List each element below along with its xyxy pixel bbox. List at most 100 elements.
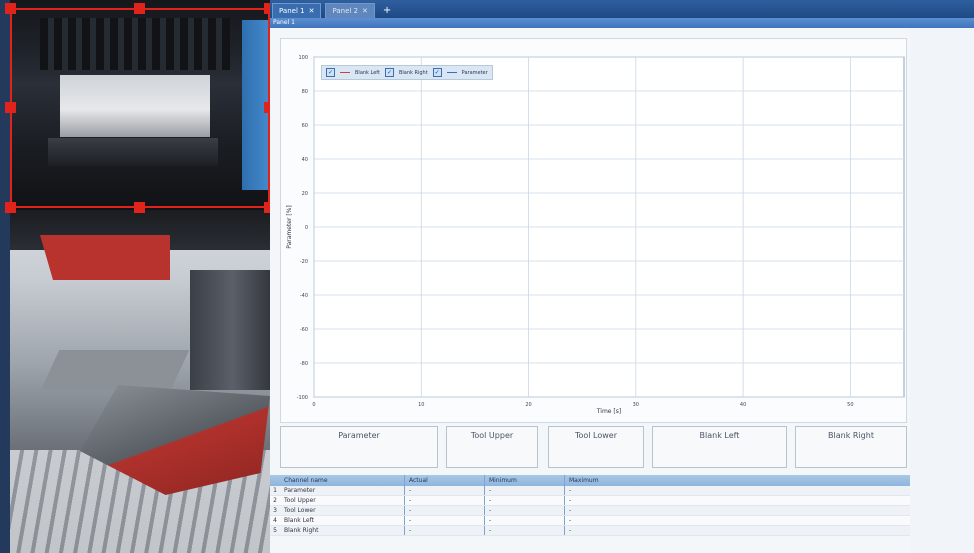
- table-cell-actual: -: [404, 526, 484, 535]
- indicator-label: Parameter: [338, 431, 380, 440]
- y-tick-label: 40: [302, 157, 308, 163]
- x-tick-label: 0: [312, 402, 315, 408]
- indicator-blank-right: Blank Right: [795, 426, 907, 468]
- checkbox-blank-right-a[interactable]: ✓: [384, 68, 394, 77]
- header-index: [270, 475, 280, 486]
- header-maximum[interactable]: Maximum: [564, 475, 659, 486]
- chart-panel: 100 80 60 40 20 0 -20 -40 -60 -80 -100 0 10 20 30 40 50 T…: [280, 38, 907, 423]
- table-cell-max: -: [564, 516, 659, 525]
- indicator-label: Blank Left: [699, 431, 740, 440]
- table-cell-min: -: [484, 486, 564, 495]
- indicator-label: Blank Right: [828, 431, 874, 440]
- y-tick-label: 0: [305, 225, 308, 231]
- table-cell-actual: -: [404, 506, 484, 515]
- table-cell-name: Tool Upper: [284, 497, 316, 504]
- resize-handle-nw[interactable]: [5, 3, 16, 14]
- indicator-blank-left: Blank Left: [652, 426, 787, 468]
- table-header: Channel name Actual Minimum Maximum: [270, 475, 910, 486]
- table-cell-name: Parameter: [284, 487, 316, 494]
- add-tab-icon[interactable]: +: [379, 4, 395, 18]
- table-cell-name: Blank Right: [284, 527, 319, 534]
- x-tick-label: 10: [418, 402, 424, 408]
- resize-handle-s[interactable]: [134, 202, 145, 213]
- table-cell-min: -: [484, 526, 564, 535]
- y-tick-label: -20: [300, 259, 308, 265]
- table-cell-actual: -: [404, 486, 484, 495]
- x-tick-label: 40: [740, 402, 746, 408]
- table-row[interactable]: 1 Parameter - - -: [270, 486, 910, 496]
- resize-handle-n[interactable]: [134, 3, 145, 14]
- table-cell-idx: 1: [273, 487, 277, 494]
- checkbox-blank-left[interactable]: ✓: [326, 68, 335, 77]
- table-cell-max: -: [564, 496, 659, 505]
- y-tick-label: -60: [300, 327, 308, 333]
- table-cell-max: -: [564, 486, 659, 495]
- y-tick-label: 80: [302, 89, 308, 95]
- table-row[interactable]: 3 Tool Lower - - -: [270, 506, 910, 516]
- x-tick-label: 20: [525, 402, 531, 408]
- y-tick-label: 20: [302, 191, 308, 197]
- x-axis-label: Time [s]: [596, 408, 621, 415]
- table-cell-name: Tool Lower: [284, 507, 316, 514]
- table-row[interactable]: 4 Blank Left - - -: [270, 516, 910, 526]
- y-axis-label: Parameter [%]: [286, 205, 293, 249]
- table-cell-idx: 4: [273, 517, 277, 524]
- close-icon[interactable]: ✕: [362, 4, 368, 18]
- red-beam-image: [40, 235, 170, 280]
- table-cell-actual: -: [404, 496, 484, 505]
- y-tick-label: -80: [300, 361, 308, 367]
- table-cell-idx: 2: [273, 497, 277, 504]
- table-cell-idx: 3: [273, 507, 277, 514]
- tab-label: Panel 1: [279, 7, 305, 15]
- legend-label-parameter: Parameter: [461, 69, 488, 76]
- indicator-tool-upper: Tool Upper: [446, 426, 538, 468]
- header-actual[interactable]: Actual: [404, 475, 484, 486]
- panel-title: Panel 1: [273, 19, 295, 26]
- workspace: 100 80 60 40 20 0 -20 -40 -60 -80 -100 0 10 20 30 40 50 T…: [270, 28, 974, 553]
- legend-line-red: [340, 72, 350, 73]
- y-tick-label: -100: [297, 395, 308, 401]
- indicator-tool-lower: Tool Lower: [548, 426, 644, 468]
- table-cell-idx: 5: [273, 527, 277, 534]
- table-cell-name: Blank Left: [284, 517, 314, 524]
- tab-panel-2[interactable]: Panel 2 ✕: [325, 3, 375, 18]
- monitoring-app-window: Panel 1 ✕ Panel 2 ✕ + Panel 1 100 80 60 40 2…: [270, 0, 974, 553]
- table-cell-min: -: [484, 496, 564, 505]
- resize-handle-w[interactable]: [5, 102, 16, 113]
- table-body: 1 Parameter - - -2 Tool Upper - - -3 Tool Lower - -…: [270, 486, 910, 536]
- header-minimum[interactable]: Minimum: [484, 475, 564, 486]
- line-chart: 100 80 60 40 20 0 -20 -40 -60 -80 -100 0 10 20 30 40 50 T…: [286, 55, 905, 415]
- indicator-label: Tool Upper: [470, 431, 514, 440]
- legend-label-blank-right: Blank Right: [398, 69, 428, 76]
- legend-label-blank-left: Blank Left: [355, 69, 380, 76]
- header-channel-name[interactable]: Channel name: [280, 475, 404, 486]
- indicator-row: Parameter Tool Upper Tool Lower Blank Le…: [280, 426, 910, 471]
- right-side-panel: [910, 28, 974, 553]
- resize-handle-sw[interactable]: [5, 202, 16, 213]
- machine-column-image: [190, 270, 275, 390]
- tab-panel-1[interactable]: Panel 1 ✕: [272, 3, 322, 18]
- y-tick-label: 60: [302, 123, 308, 129]
- table-cell-actual: -: [404, 516, 484, 525]
- checkbox-blank-right-b[interactable]: ✓: [432, 68, 442, 77]
- tab-strip: Panel 1 ✕ Panel 2 ✕ +: [270, 0, 974, 18]
- table-cell-min: -: [484, 516, 564, 525]
- table-row[interactable]: 5 Blank Right - - -: [270, 526, 910, 536]
- table-cell-max: -: [564, 526, 659, 535]
- y-tick-label: 100: [298, 55, 308, 61]
- channel-table: Channel name Actual Minimum Maximum 1 Par…: [270, 475, 910, 553]
- table-row[interactable]: 2 Tool Upper - - -: [270, 496, 910, 506]
- x-tick-label: 30: [633, 402, 639, 408]
- table-cell-min: -: [484, 506, 564, 515]
- table-cell-max: -: [564, 506, 659, 515]
- y-tick-label: -40: [300, 293, 308, 299]
- camera-bottom-view: [10, 210, 275, 553]
- close-icon[interactable]: ✕: [309, 4, 315, 18]
- chart-legend: ✓ Blank Left ✓ Blank Right ✓ Parameter: [321, 65, 493, 80]
- legend-line-blue: [446, 72, 457, 73]
- selection-frame[interactable]: [10, 8, 270, 208]
- indicator-label: Tool Lower: [574, 431, 618, 440]
- x-tick-label: 50: [847, 402, 853, 408]
- panel-title-bar: Panel 1: [270, 18, 974, 28]
- indicator-parameter: Parameter: [280, 426, 438, 468]
